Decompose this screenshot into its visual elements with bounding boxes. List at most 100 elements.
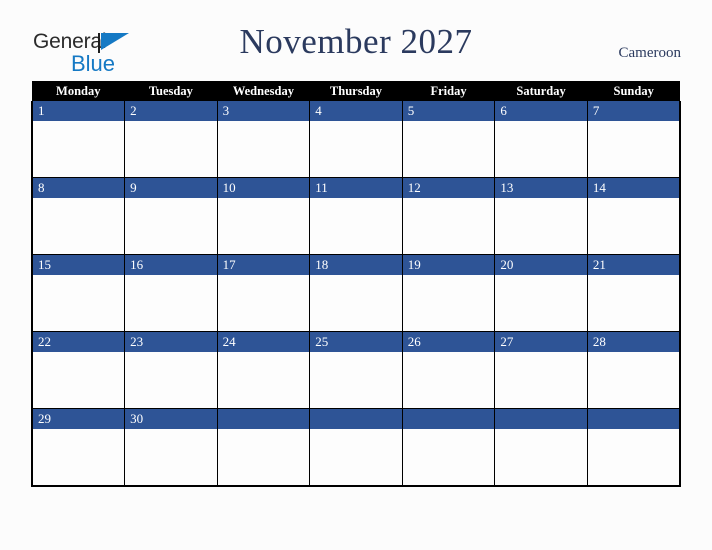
day-cell[interactable]: 2 [124, 101, 218, 178]
calendar-weekday-header-row: Monday Tuesday Wednesday Thursday Friday… [32, 81, 680, 101]
day-cell-body[interactable] [218, 198, 310, 254]
day-number: 17 [217, 255, 310, 275]
day-cell[interactable]: 25 [309, 331, 403, 409]
page-header: General Blue November 2027 Cameroon [0, 0, 712, 81]
day-number: 23 [125, 332, 217, 352]
day-cell[interactable]: 4 [309, 101, 403, 178]
day-cell[interactable]: 12 [401, 177, 496, 255]
day-cell-body[interactable] [588, 352, 679, 408]
day-cell-body[interactable] [310, 352, 402, 408]
day-cell-empty [401, 408, 496, 487]
day-cell-body[interactable] [495, 121, 587, 177]
day-number: 2 [125, 101, 217, 121]
day-cell-body[interactable] [310, 121, 402, 177]
day-number: 9 [125, 178, 217, 198]
day-cell[interactable]: 18 [309, 254, 403, 332]
day-cell-body[interactable] [403, 198, 495, 254]
day-cell-body[interactable] [588, 198, 679, 254]
day-cell[interactable]: 3 [216, 101, 311, 178]
day-cell[interactable]: 17 [216, 254, 311, 332]
day-cell-body[interactable] [33, 352, 124, 408]
day-cell[interactable]: 29 [31, 408, 126, 487]
day-cell[interactable]: 11 [309, 177, 403, 255]
day-cell[interactable]: 22 [31, 331, 126, 409]
day-cell[interactable]: 16 [124, 254, 218, 332]
day-number: 26 [402, 332, 495, 352]
day-cell-body[interactable] [588, 121, 679, 177]
day-number: 7 [587, 101, 679, 121]
day-cell[interactable]: 23 [124, 331, 218, 409]
day-cell-body [495, 429, 587, 485]
day-cell-body[interactable] [218, 352, 310, 408]
day-cell-body[interactable] [495, 275, 587, 331]
day-number: 25 [310, 332, 402, 352]
day-number: 24 [217, 332, 310, 352]
day-cell-empty [309, 408, 403, 487]
day-cell[interactable]: 8 [31, 177, 126, 255]
day-number: 29 [33, 409, 125, 429]
weekday-header-saturday: Saturday [494, 81, 588, 101]
calendar-week-row: 15 16 17 18 19 20 21 [31, 254, 681, 332]
day-number: 18 [310, 255, 402, 275]
day-cell-body[interactable] [310, 275, 402, 331]
day-cell-body[interactable] [125, 429, 217, 485]
day-cell-body[interactable] [125, 121, 217, 177]
day-number: 21 [587, 255, 679, 275]
day-cell-body[interactable] [33, 121, 124, 177]
day-cell-body[interactable] [125, 275, 217, 331]
day-number: 22 [33, 332, 125, 352]
calendar-grid: Monday Tuesday Wednesday Thursday Friday… [31, 81, 681, 487]
calendar-week-row: 8 9 10 11 12 13 14 [31, 177, 681, 255]
day-cell-body[interactable] [403, 121, 495, 177]
day-cell-body[interactable] [403, 352, 495, 408]
weekday-header-wednesday: Wednesday [217, 81, 310, 101]
weekday-header-monday: Monday [32, 81, 125, 101]
day-cell[interactable]: 6 [494, 101, 588, 178]
day-cell[interactable]: 14 [586, 177, 681, 255]
day-number: 12 [402, 178, 495, 198]
day-cell[interactable]: 1 [31, 101, 126, 178]
day-cell-body[interactable] [33, 429, 124, 485]
day-cell-body[interactable] [495, 198, 587, 254]
day-cell[interactable]: 27 [494, 331, 588, 409]
calendar-week-row: 1 2 3 4 5 6 7 [31, 101, 681, 178]
day-cell-body[interactable] [310, 198, 402, 254]
day-cell[interactable]: 15 [31, 254, 126, 332]
day-cell-body[interactable] [125, 352, 217, 408]
day-cell-body[interactable] [125, 198, 217, 254]
day-cell[interactable]: 21 [586, 254, 681, 332]
day-number: 1 [33, 101, 125, 121]
day-cell[interactable]: 30 [124, 408, 218, 487]
day-cell[interactable]: 26 [401, 331, 496, 409]
day-cell[interactable]: 7 [586, 101, 681, 178]
day-number: 11 [310, 178, 402, 198]
day-cell[interactable]: 13 [494, 177, 588, 255]
weekday-header-tuesday: Tuesday [124, 81, 218, 101]
day-cell[interactable]: 24 [216, 331, 311, 409]
day-number: 30 [125, 409, 217, 429]
day-cell-body[interactable] [33, 198, 124, 254]
day-cell-body[interactable] [403, 275, 495, 331]
day-cell-empty [586, 408, 681, 487]
day-cell-body[interactable] [218, 275, 310, 331]
day-cell-body[interactable] [218, 121, 310, 177]
day-number: 28 [587, 332, 679, 352]
day-number: 10 [217, 178, 310, 198]
day-number: 15 [33, 255, 125, 275]
day-cell[interactable]: 19 [401, 254, 496, 332]
day-cell-body[interactable] [33, 275, 124, 331]
day-number: 16 [125, 255, 217, 275]
day-cell[interactable]: 20 [494, 254, 588, 332]
day-cell[interactable]: 9 [124, 177, 218, 255]
day-number: 27 [495, 332, 587, 352]
day-number [402, 409, 495, 429]
day-cell-body[interactable] [495, 352, 587, 408]
day-number: 4 [310, 101, 402, 121]
day-cell-body[interactable] [588, 275, 679, 331]
country-label: Cameroon [618, 45, 681, 61]
day-cell-body [218, 429, 310, 485]
day-cell[interactable]: 10 [216, 177, 311, 255]
day-cell[interactable]: 28 [586, 331, 681, 409]
day-cell[interactable]: 5 [401, 101, 496, 178]
page-title: November 2027 [239, 22, 473, 61]
